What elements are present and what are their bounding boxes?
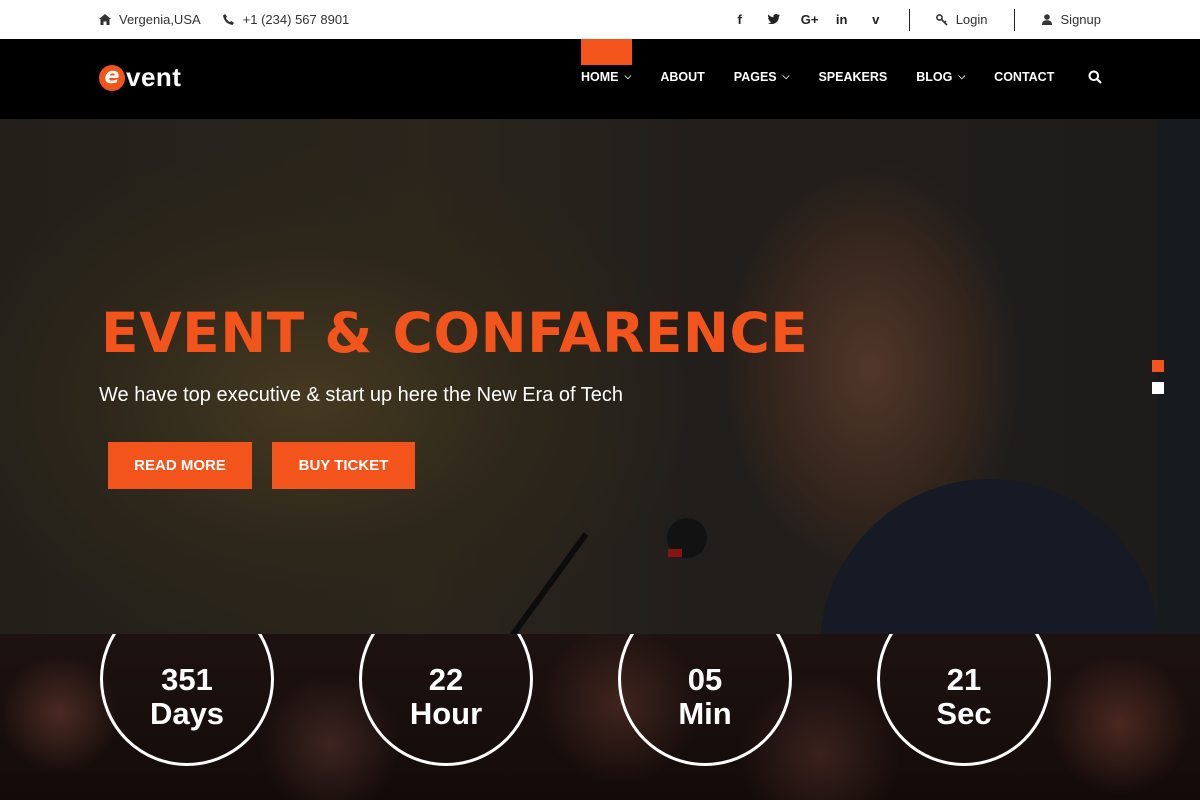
google-plus-icon[interactable]: G+ [801,12,819,27]
buy-ticket-button[interactable]: BUY TICKET [272,442,415,489]
logo-text: vent [126,62,182,92]
nav-item-contact[interactable]: CONTACT [994,70,1054,84]
nav-item-label[interactable]: BLOG [916,70,952,84]
nav-item-label[interactable]: CONTACT [994,70,1054,84]
hero-slider [0,119,1200,634]
key-icon [935,13,948,26]
countdown-value: 22 [428,662,464,697]
home-icon [99,14,111,26]
location-text: Vergenia,USA [119,12,201,27]
countdown-unit: Days [149,696,225,731]
login-label[interactable]: Login [956,12,988,27]
contact-info: Vergenia,USA +1 (234) 567 8901 [99,0,349,39]
twitter-icon[interactable] [767,12,781,27]
nav-item-label[interactable]: SPEAKERS [818,70,887,84]
countdown-value: 351 [161,662,213,697]
active-nav-indicator [581,39,632,65]
countdown-hours: 22 Hour [359,634,533,766]
countdown-section: 351 Days 22 Hour 05 Min 21 Sec [0,634,1200,800]
linkedin-icon[interactable]: in [835,12,849,27]
countdown-seconds: 21 Sec [877,634,1051,766]
main-navbar: e vent HOME ⌵ ABOUT PAGES ⌵ SPEAKERS BLO… [0,39,1200,119]
nav-item-speakers[interactable]: SPEAKERS [818,70,887,84]
slider-dot-active[interactable] [1152,360,1164,372]
top-bar-right: f G+ in v Login Signup [733,0,1101,39]
search-icon[interactable] [1088,70,1102,84]
read-more-button[interactable]: READ MORE [108,442,252,489]
chevron-down-icon: ⌵ [782,70,790,81]
phone-info: +1 (234) 567 8901 [223,12,350,27]
nav-item-about[interactable]: ABOUT [660,70,704,84]
login-link[interactable]: Login [910,12,1014,27]
hero-overlay [0,119,1200,634]
phone-icon [223,14,235,26]
nav-item-label[interactable]: ABOUT [660,70,704,84]
hero-subline: We have top executive & start up here th… [99,384,623,406]
countdown-value: 21 [946,662,982,697]
phone-text: +1 (234) 567 8901 [242,12,350,27]
site-logo[interactable]: e vent [99,62,181,93]
facebook-icon[interactable]: f [733,12,747,27]
logo-mark: e [99,64,125,91]
countdown-minutes: 05 Min [618,634,792,766]
nav-item-blog[interactable]: BLOG ⌵ [916,70,965,84]
vimeo-icon[interactable]: v [869,12,883,27]
top-bar: Vergenia,USA +1 (234) 567 8901 f G+ in v… [0,0,1200,39]
nav-menu: HOME ⌵ ABOUT PAGES ⌵ SPEAKERS BLOG ⌵ CON… [581,70,1083,84]
countdown-days: 351 Days [100,634,274,766]
countdown-unit: Sec [936,696,992,731]
nav-item-pages[interactable]: PAGES ⌵ [734,70,790,84]
chevron-down-icon: ⌵ [624,70,632,81]
user-icon [1041,14,1053,26]
location-info: Vergenia,USA [99,12,201,27]
signup-label[interactable]: Signup [1061,12,1101,27]
social-links: f G+ in v [733,12,883,27]
chevron-down-icon: ⌵ [958,70,966,81]
nav-item-label[interactable]: HOME [581,70,619,84]
nav-item-label[interactable]: PAGES [734,70,777,84]
countdown-value: 05 [687,662,723,697]
countdown-unit: Min [678,696,732,731]
signup-link[interactable]: Signup [1015,12,1101,27]
hero-headline: EVENT & CONFARENCE [101,301,809,365]
nav-item-home[interactable]: HOME ⌵ [581,70,631,84]
slider-dot[interactable] [1152,382,1164,394]
countdown-unit: Hour [409,696,483,731]
